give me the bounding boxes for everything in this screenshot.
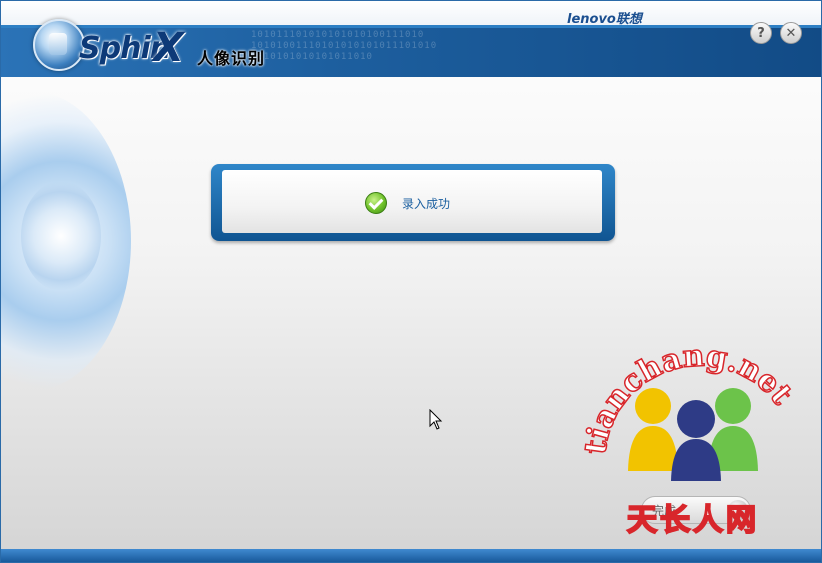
- binary-line: 10101001110101010101011101010: [251, 41, 438, 51]
- status-panel-inner: 录入成功: [222, 170, 602, 233]
- person-navy-head: [677, 400, 715, 438]
- binary-line: 101011101010101010100111010: [251, 30, 425, 40]
- watermark-site-text: tianchang.net: [583, 339, 799, 457]
- mouse-cursor-icon: [429, 409, 443, 430]
- help-button[interactable]: ?: [750, 22, 772, 44]
- binary-line: 1010101010101011010: [251, 52, 373, 62]
- sphinx-logo-icon: [33, 19, 85, 71]
- check-circle-icon: [365, 192, 387, 214]
- binary-decoration: 101011101010101010100111010 101010011101…: [251, 30, 531, 66]
- bottom-strip: [1, 549, 821, 562]
- close-button[interactable]: ✕: [780, 22, 802, 44]
- app-subtitle: 人像识别: [197, 49, 266, 68]
- status-panel: 录入成功: [211, 164, 615, 241]
- lenovo-brand: lenovo联想: [567, 12, 642, 27]
- watermark-chinese: 天长人网: [626, 502, 759, 539]
- title-strip: [1, 1, 821, 27]
- eye-lens-decoration: [21, 181, 101, 291]
- person-yellow-body: [628, 426, 678, 471]
- person-green-head: [715, 388, 751, 424]
- person-yellow-head: [635, 388, 671, 424]
- watermark-site-path: tianchang.net: [583, 338, 800, 457]
- sphinx-window: 101011101010101010100111010 101010011101…: [0, 0, 822, 563]
- banner-accent-line: [1, 25, 821, 28]
- app-name-x: X: [153, 25, 184, 71]
- status-message: 录入成功: [402, 197, 451, 211]
